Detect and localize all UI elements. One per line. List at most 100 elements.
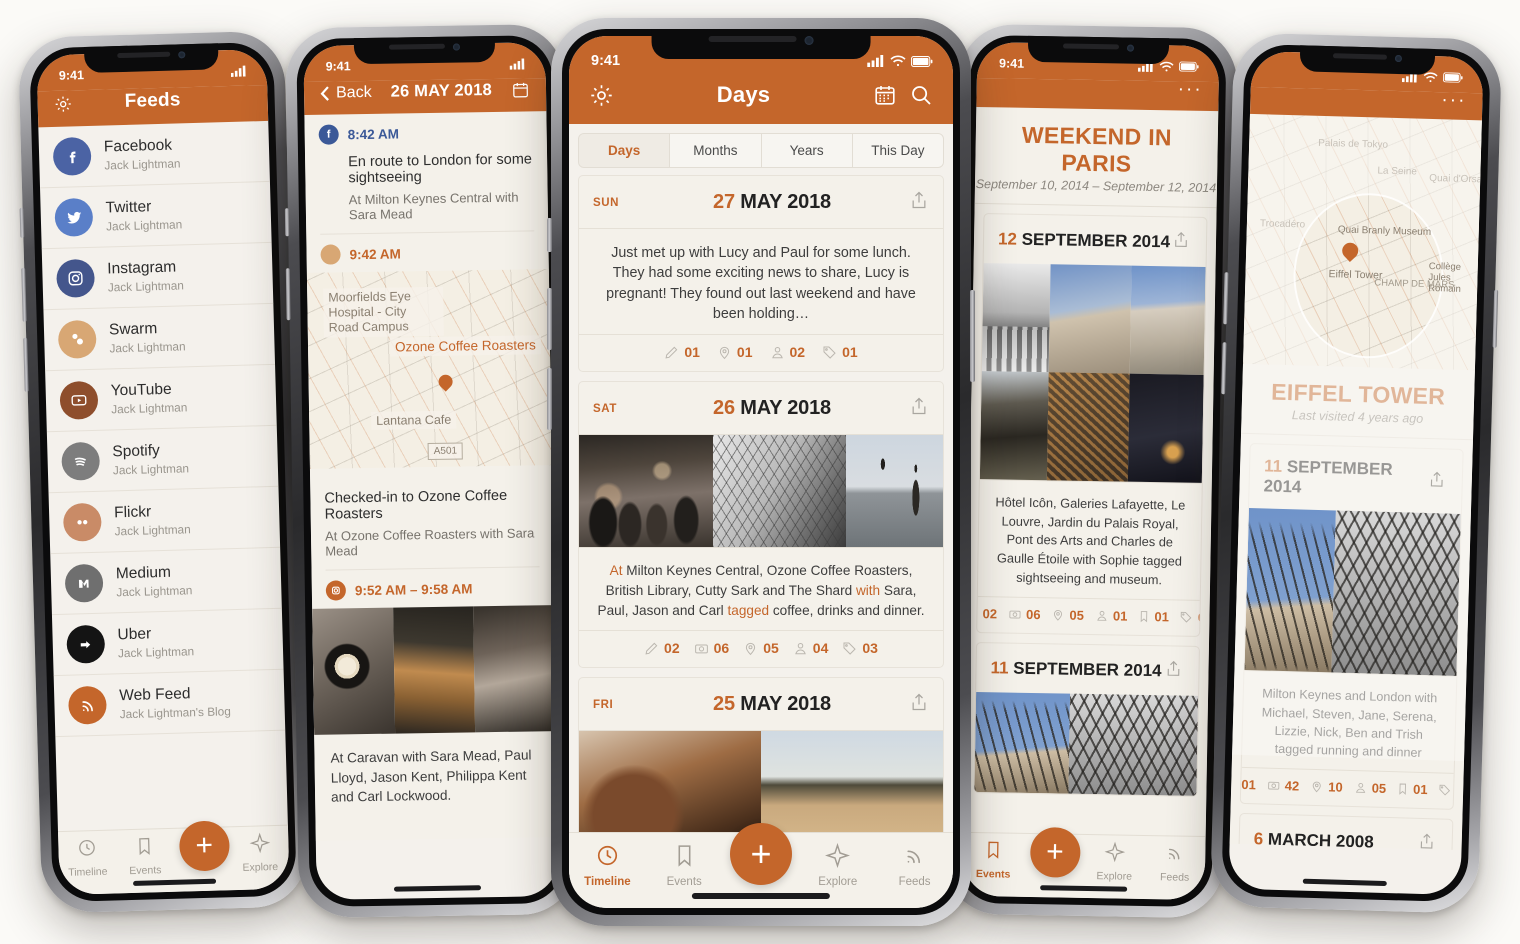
photo-thumbnail[interactable] [981, 263, 1051, 373]
card-photo-grid[interactable] [579, 731, 943, 835]
share-icon [1430, 471, 1443, 487]
feed-row-facebook[interactable]: Facebook Jack Lightman [38, 120, 270, 189]
share-button[interactable] [909, 189, 929, 216]
map-label-lantana: Lantana Cafe [371, 410, 457, 430]
settings-button[interactable] [589, 83, 614, 108]
photo-thumbnail[interactable] [312, 607, 395, 735]
timeline-entry-3[interactable]: 9:52 AM – 9:58 AM [312, 567, 554, 601]
more-button[interactable]: ··· [1441, 89, 1467, 111]
gear-icon[interactable] [53, 94, 73, 114]
place-map[interactable]: Palais de Tokyo La Seine Quai d'Orsay Tr… [1242, 114, 1482, 371]
back-button[interactable]: Back [320, 83, 372, 102]
share-button[interactable] [1417, 831, 1438, 850]
tab-explore[interactable]: Explore [236, 832, 283, 874]
photo-thumbnail[interactable] [392, 606, 476, 734]
feed-row-instagram[interactable]: Instagram Jack Lightman [41, 242, 274, 311]
photo-thumbnail[interactable] [1129, 266, 1206, 376]
segment-years[interactable]: Years [761, 134, 853, 167]
photo-thumbnail[interactable] [1127, 374, 1204, 484]
day-card-25-may[interactable]: FRI 25 MAY 2018 [578, 677, 944, 835]
event-section-11-sept[interactable]: 11 SEPTEMBER 2014 [973, 642, 1200, 798]
add-button[interactable]: + [1029, 826, 1081, 878]
day-card-27-may[interactable]: SUN 27 MAY 2018 Just met up with Lucy an… [578, 175, 944, 373]
add-button[interactable]: + [178, 819, 230, 872]
pencil-icon [976, 608, 977, 619]
place-subtitle: Last visited 4 years ago [1241, 407, 1474, 441]
tab-explore[interactable]: Explore [799, 842, 876, 888]
photo-thumbnail[interactable] [979, 371, 1049, 481]
share-button[interactable] [1427, 469, 1448, 495]
day-card-26-may[interactable]: SAT 26 MAY 2018 At Milton Keynes Central… [578, 381, 944, 669]
tab-events[interactable]: Events [969, 839, 1018, 881]
card-photo-grid[interactable] [579, 435, 943, 548]
photo-thumbnail[interactable] [579, 435, 713, 548]
back-label: Back [335, 83, 372, 101]
stat-value: 42 [1284, 778, 1300, 794]
fab-plus[interactable]: + [729, 822, 792, 885]
event-content: WEEKEND IN PARIS September 10, 2014 – Se… [963, 107, 1219, 838]
search-icon[interactable] [909, 83, 933, 107]
photo-thumbnail[interactable] [974, 692, 1071, 794]
feed-row-twitter[interactable]: Twitter Jack Lightman [40, 181, 272, 250]
tab-timeline[interactable]: Timeline [569, 843, 646, 888]
photo-thumbnail[interactable] [712, 435, 847, 548]
fab-plus[interactable]: + [178, 819, 230, 872]
share-button[interactable] [1172, 230, 1192, 255]
stat-entries: 02 [976, 606, 997, 622]
compass-icon [825, 842, 851, 869]
tab-feeds[interactable]: Feeds [1150, 842, 1199, 884]
compass-icon [1104, 841, 1125, 863]
tab-events[interactable]: Events [646, 843, 723, 888]
feed-row-flickr[interactable]: Flickr Jack Lightman [48, 486, 281, 555]
photo-thumbnail[interactable] [761, 731, 943, 835]
tab-explore[interactable]: Explore [1090, 841, 1139, 883]
tag-icon [1439, 785, 1451, 796]
event-section-12-sept[interactable]: 12 SEPTEMBER 2014 Hôtel Icôn, Galeries L… [976, 213, 1208, 638]
facebook-icon: f [318, 124, 339, 145]
notch [353, 35, 495, 65]
timeline-entry-2[interactable]: 9:42 AM [306, 231, 548, 265]
calendar-icon[interactable] [873, 83, 897, 107]
calendar-button[interactable] [511, 80, 530, 99]
tab-events[interactable]: Events [121, 835, 168, 877]
place-section-6-march[interactable]: 6 MARCH 2008 [1238, 813, 1454, 851]
feed-row-youtube[interactable]: YouTube Jack Lightman [45, 364, 277, 433]
photo-thumbnail[interactable] [473, 605, 557, 733]
entry-photo-grid[interactable] [312, 605, 557, 735]
feed-row-medium[interactable]: Medium Jack Lightman [50, 547, 282, 616]
event-photo-grid-row1[interactable] [981, 263, 1206, 376]
photo-thumbnail[interactable] [1331, 510, 1461, 677]
map-label-palais: Palais de Tokyo [1318, 138, 1389, 152]
entry-text: Checked-in to Ozone Coffee Roasters [324, 487, 508, 523]
stat-entries: 01 [664, 344, 700, 360]
medium-icon [64, 563, 104, 603]
more-button[interactable]: ··· [1177, 78, 1202, 99]
entry-map[interactable]: Moorfields Eye Hospital - City Road Camp… [306, 269, 552, 469]
photo-thumbnail[interactable] [1244, 508, 1336, 673]
feed-row-uber[interactable]: Uber Jack Lightman [51, 608, 284, 677]
tab-timeline[interactable]: Timeline [64, 837, 111, 879]
timeline-entry-1[interactable]: f 8:42 AM En route to London for some si… [304, 111, 548, 235]
event-photo-grid-row3[interactable] [974, 692, 1199, 797]
tab-feeds[interactable]: Feeds [876, 843, 953, 888]
place-photo-grid[interactable] [1244, 508, 1461, 677]
photo-thumbnail[interactable] [1048, 264, 1132, 375]
share-button[interactable] [1164, 658, 1184, 683]
event-photo-grid-row2[interactable] [979, 371, 1204, 484]
feed-row-swarm[interactable]: Swarm Jack Lightman [43, 303, 276, 372]
photo-thumbnail[interactable] [846, 435, 943, 548]
photo-thumbnail[interactable] [1068, 693, 1199, 797]
segment-this-day[interactable]: This Day [852, 134, 943, 167]
feed-row-webfeed[interactable]: Web Feed Jack Lightman's Blog [53, 669, 286, 738]
photo-thumbnail[interactable] [1046, 372, 1130, 483]
segment-months[interactable]: Months [670, 134, 762, 167]
place-section-11-sept[interactable]: 11 SEPTEMBER 2014 Milton Keynes and Lond… [1239, 443, 1464, 811]
photo-thumbnail[interactable] [579, 731, 761, 835]
add-button[interactable]: + [723, 822, 800, 885]
feed-row-spotify[interactable]: Spotify Jack Lightman [46, 425, 279, 494]
fab-plus[interactable]: + [1029, 826, 1081, 878]
stat-people: 02 [770, 344, 805, 360]
share-button[interactable] [909, 395, 929, 422]
share-button[interactable] [909, 691, 929, 718]
segment-days[interactable]: Days [579, 134, 671, 167]
